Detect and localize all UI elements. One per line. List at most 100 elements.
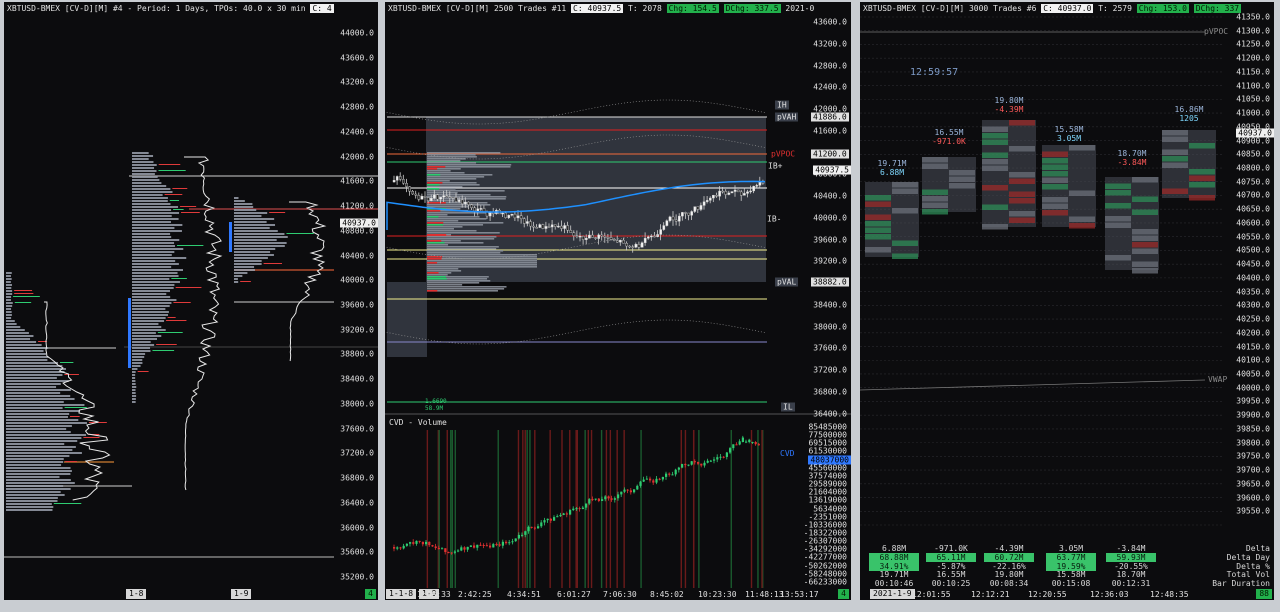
middle-session-1[interactable]: 1-1-8 xyxy=(386,589,417,599)
tpo-row xyxy=(132,305,170,307)
footprint-cell xyxy=(1162,136,1188,142)
footprint-cell xyxy=(892,208,918,214)
level-tag-pvah_v: 41886.0 xyxy=(811,112,849,122)
candle-body xyxy=(433,194,436,199)
tpo-row xyxy=(6,494,65,496)
bar-volume: 18.70M xyxy=(1117,149,1147,158)
candle-body xyxy=(510,213,514,216)
stat-cell: -971.0K xyxy=(934,544,968,553)
volume-bar xyxy=(684,430,687,588)
volume-profile-row xyxy=(427,246,499,248)
price-tick-label: 39900.0 xyxy=(1236,410,1270,420)
volume-bar xyxy=(605,430,608,588)
tpo-row xyxy=(6,401,64,403)
tpo-row xyxy=(6,371,65,373)
tpo-row xyxy=(132,365,141,367)
cvd-body xyxy=(415,540,418,544)
candle-body xyxy=(693,206,697,212)
footprint-cell xyxy=(949,170,975,176)
cvd-body xyxy=(540,522,543,527)
bar-statistics-table: 6.88M -971.0K -4.39M 3.05M -3.84M Delta 68.88M… xyxy=(860,544,1274,588)
cvd-body xyxy=(748,439,751,442)
volume-profile-row xyxy=(427,152,501,154)
candle-body xyxy=(423,195,427,198)
cvd-body xyxy=(591,499,594,501)
stat-cell: 63.77M xyxy=(1046,552,1096,562)
candle-body xyxy=(687,212,690,216)
price-tick-label: 39800.0 xyxy=(1236,438,1270,448)
volume-profile-row xyxy=(427,190,505,192)
tpo-row xyxy=(6,320,15,322)
time-label: 8:45:02 xyxy=(650,590,684,599)
tpo-row xyxy=(132,248,184,250)
cvd-body xyxy=(671,474,674,476)
tpo-row xyxy=(6,365,63,367)
tpo-row xyxy=(6,293,13,295)
price-tick-label: 38400.0 xyxy=(340,374,374,384)
left-session-2[interactable]: 1-9 xyxy=(231,589,252,599)
tpo-row xyxy=(6,506,54,508)
delta-tick xyxy=(172,188,188,189)
tpo-row xyxy=(6,383,61,385)
tpo-row xyxy=(6,329,25,331)
left-session-1[interactable]: 1-8 xyxy=(126,589,147,599)
candlestick-chart[interactable]: XBTUSD-BMEX [CV-D][M] 2500 Trades #11 C:… xyxy=(385,2,851,600)
cvd-body xyxy=(495,544,498,546)
stat-cell: -4.39M xyxy=(994,544,1024,553)
volume-bar xyxy=(549,430,551,588)
middle-status-chip[interactable]: 4 xyxy=(838,589,849,599)
tpo-row xyxy=(132,170,157,172)
cvd-body xyxy=(549,518,552,521)
right-session-1[interactable]: 2021-1-9 xyxy=(870,589,915,599)
tpo-row xyxy=(132,260,176,262)
candle-body xyxy=(516,215,520,219)
footprint-cell xyxy=(865,214,891,220)
footprint-cell xyxy=(1132,177,1158,183)
time-label: 12:01:55 xyxy=(912,590,951,599)
price-tick-label: 41300.0 xyxy=(1236,26,1270,36)
footprint-cell xyxy=(865,201,891,207)
candle-body xyxy=(504,212,507,218)
price-tick-label: 40500.0 xyxy=(1236,245,1270,255)
tpo-row xyxy=(132,218,179,220)
candle-body xyxy=(752,185,756,192)
tpo-row xyxy=(6,425,72,427)
value-area-bar xyxy=(229,222,232,252)
delta-tick xyxy=(180,206,197,207)
footprint-chart[interactable]: XBTUSD-BMEX [CV-D][M] 3000 Trades #6 C: … xyxy=(860,2,1274,600)
candle-body xyxy=(696,206,700,210)
cvd-body xyxy=(751,441,754,443)
tpo-row xyxy=(132,167,155,169)
cvd-body xyxy=(514,538,517,542)
bar-summary: 19.71M 6.88M xyxy=(861,159,923,177)
price-tick-label: 39550.0 xyxy=(1236,506,1270,516)
left-status-chip[interactable]: 4 xyxy=(365,589,376,599)
value-area-shade xyxy=(387,282,427,357)
tpo-profile-chart[interactable]: XBTUSD-BMEX [CV-D][M] #4 - Period: 1 Day… xyxy=(4,2,378,600)
tpo-row xyxy=(132,212,180,214)
tpo-row xyxy=(132,164,157,166)
bar-volume: 16.55M xyxy=(934,128,964,137)
cvd-body xyxy=(546,518,549,521)
bar-volume: 15.58M xyxy=(1054,125,1084,134)
tpo-row xyxy=(6,476,60,478)
tpo-row xyxy=(6,389,71,391)
left-time-axis: 1-8 1-9 4 xyxy=(4,588,378,600)
cvd-body xyxy=(418,540,421,542)
cvd-tag: CVD xyxy=(780,449,795,458)
footprint-cell xyxy=(1189,169,1215,175)
stat-cell: 19.59% xyxy=(1046,561,1096,571)
delta-tick xyxy=(158,164,181,165)
candle-body xyxy=(445,195,449,198)
tpo-row xyxy=(132,338,158,340)
stat-label: Delta xyxy=(1245,544,1270,553)
footprint-cell xyxy=(1009,146,1035,152)
candle-body xyxy=(529,221,532,227)
tpo-row xyxy=(132,197,168,199)
tpo-row xyxy=(234,254,274,256)
cvd-body xyxy=(732,444,735,449)
stat-cell: 59.93M xyxy=(1106,552,1156,562)
bar-volume: 19.71M xyxy=(877,159,907,168)
left-price-box: C: 4 xyxy=(310,4,334,13)
right-status-chip[interactable]: 88 xyxy=(1256,589,1272,599)
